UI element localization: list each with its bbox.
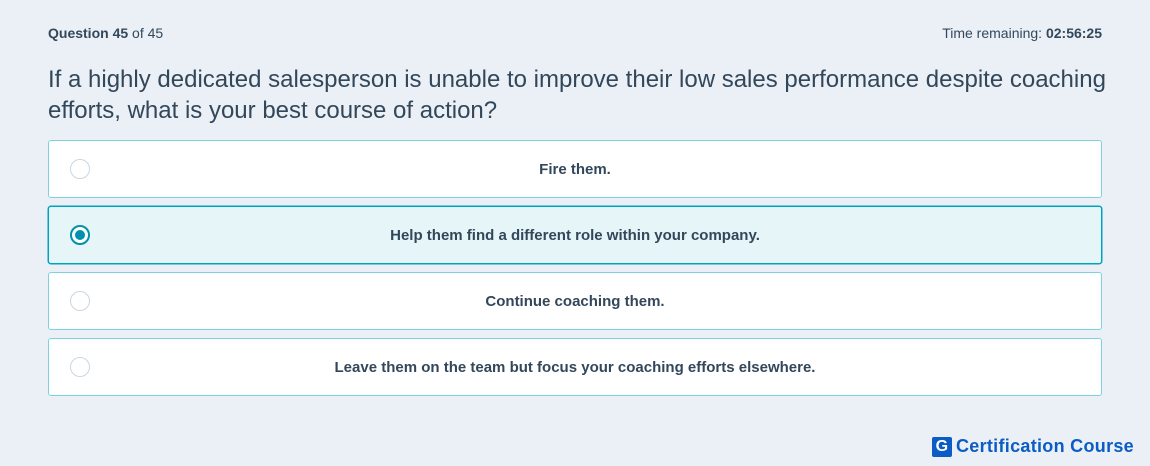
- radio-button[interactable]: [70, 159, 90, 179]
- answer-option-label: Help them find a different role within y…: [390, 226, 760, 244]
- question-number: 45: [112, 25, 129, 41]
- question-word: Question: [48, 25, 109, 41]
- timer-value: 02:56:25: [1045, 25, 1102, 41]
- answer-option-4[interactable]: Leave them on the team but focus your co…: [48, 338, 1102, 396]
- question-counter: Question 45 of 45: [48, 25, 163, 41]
- answer-option-label: Leave them on the team but focus your co…: [334, 358, 816, 376]
- radio-button[interactable]: [70, 357, 90, 377]
- quiz-header: Question 45 of 45 Time remaining: 02:56:…: [48, 24, 1102, 42]
- question-text: If a highly dedicated salesperson is una…: [48, 66, 1106, 124]
- timer: Time remaining: 02:56:25: [942, 25, 1102, 41]
- answer-option-label: Fire them.: [539, 160, 611, 178]
- radio-button[interactable]: [70, 291, 90, 311]
- radio-button-selected[interactable]: [70, 225, 90, 245]
- answer-option-label: Continue coaching them.: [485, 292, 665, 310]
- question-total: of 45: [132, 25, 164, 41]
- answer-option-3[interactable]: Continue coaching them.: [48, 272, 1102, 330]
- brand-watermark: G Certification Course: [931, 436, 1134, 457]
- brand-name: Certification Course: [955, 436, 1134, 456]
- answer-options: Fire them. Help them find a different ro…: [48, 140, 1102, 404]
- answer-option-2[interactable]: Help them find a different role within y…: [48, 206, 1102, 264]
- g-logo-icon: G: [931, 436, 952, 457]
- answer-option-1[interactable]: Fire them.: [48, 140, 1102, 198]
- timer-label: Time remaining:: [942, 25, 1043, 41]
